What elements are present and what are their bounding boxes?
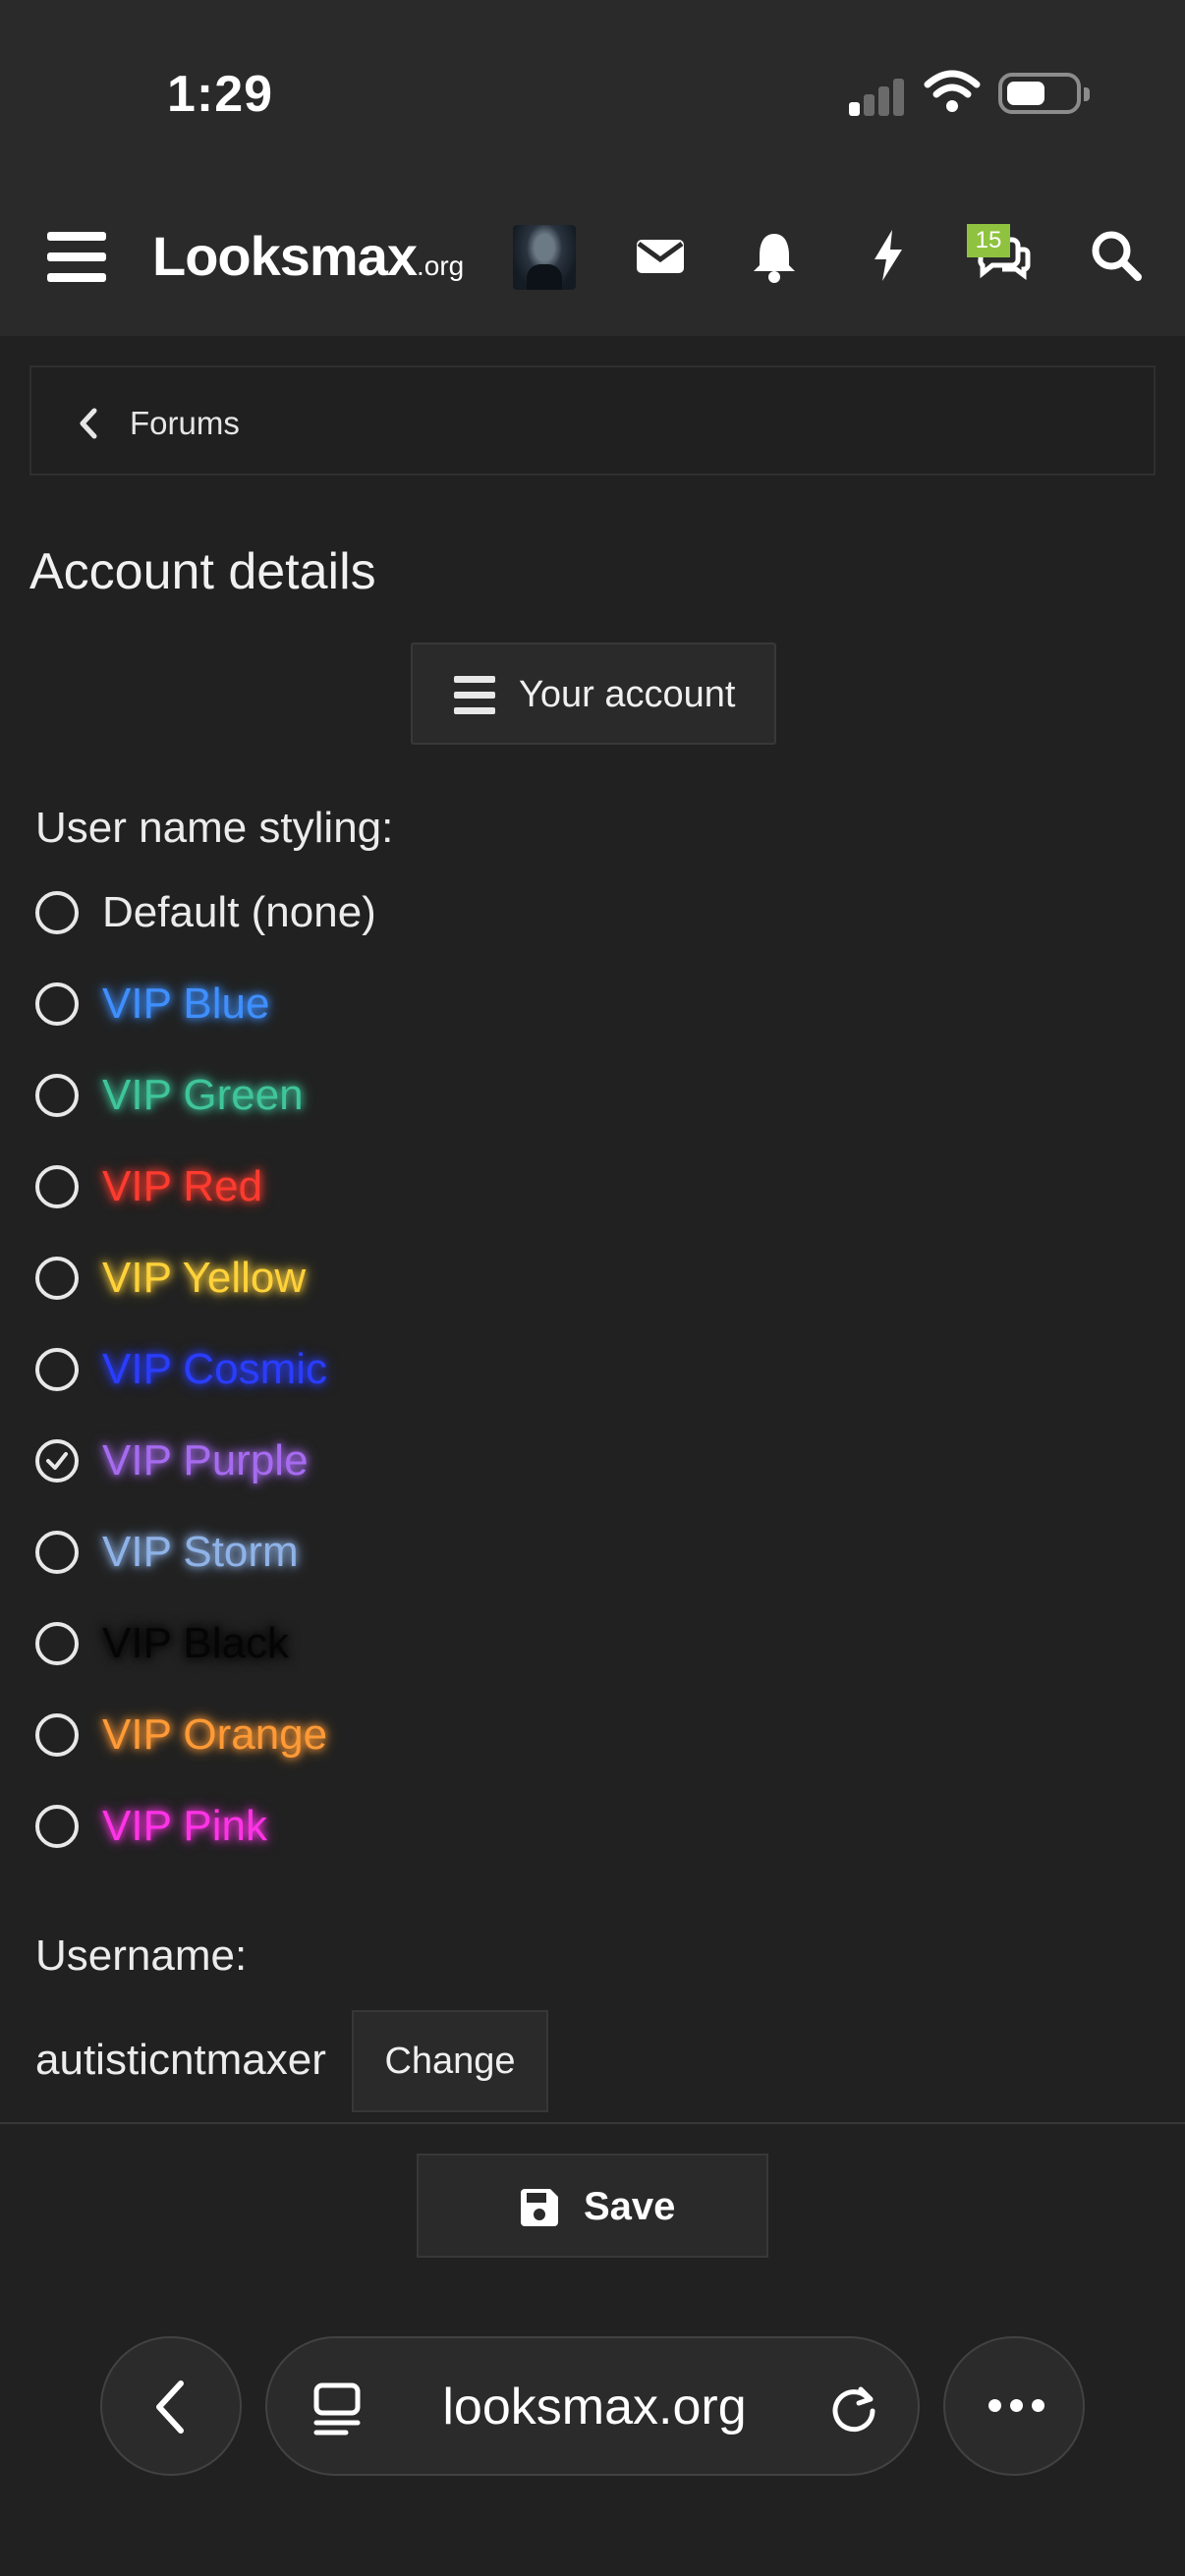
radio-unchecked[interactable]: [35, 1348, 79, 1391]
styling-option[interactable]: VIP Purple: [35, 1427, 821, 1495]
radio-unchecked[interactable]: [35, 1531, 79, 1574]
more-icon: [988, 2399, 1045, 2413]
styling-option-label: VIP Red: [102, 1162, 263, 1210]
chat-count-badge: 15: [967, 224, 1010, 257]
radio-unchecked[interactable]: [35, 1713, 79, 1757]
mail-icon[interactable]: [631, 226, 690, 285]
menu-icon[interactable]: [47, 232, 106, 283]
radio-unchecked[interactable]: [35, 1165, 79, 1208]
your-account-label: Your account: [519, 674, 736, 715]
checkmark-icon: [46, 1452, 68, 1470]
save-label: Save: [584, 2185, 676, 2228]
radio-unchecked[interactable]: [35, 1805, 79, 1848]
styling-option-label: VIP Cosmic: [102, 1345, 328, 1393]
browser-back-button[interactable]: [100, 2336, 242, 2476]
floppy-disk-icon: [521, 2189, 558, 2226]
styling-option[interactable]: VIP Yellow: [35, 1244, 821, 1313]
bolt-icon[interactable]: [859, 226, 918, 285]
search-icon[interactable]: [1087, 226, 1146, 285]
radio-unchecked[interactable]: [35, 891, 79, 934]
breadcrumb[interactable]: Forums: [29, 365, 1156, 476]
avatar[interactable]: [513, 225, 576, 290]
styling-option[interactable]: VIP Green: [35, 1061, 821, 1130]
your-account-button[interactable]: Your account: [411, 643, 776, 745]
site-logo[interactable]: Looksmax.org: [152, 224, 464, 288]
styling-option[interactable]: VIP Blue: [35, 970, 821, 1038]
username-value: autisticntmaxer: [35, 2036, 326, 2084]
styling-option-label: VIP Storm: [102, 1528, 299, 1576]
battery-icon: [998, 73, 1090, 114]
wifi-icon: [924, 70, 981, 112]
styling-option[interactable]: VIP Cosmic: [35, 1335, 821, 1404]
styling-option-label: VIP Purple: [102, 1436, 309, 1484]
url-text: looksmax.org: [442, 2379, 747, 2436]
radio-unchecked[interactable]: [35, 982, 79, 1026]
app-header: 1:29 Looksmax.org 15: [0, 0, 1185, 336]
list-icon: [454, 676, 495, 715]
reload-icon[interactable]: [827, 2381, 880, 2435]
styling-option[interactable]: VIP Black: [35, 1609, 821, 1678]
styling-option-label: VIP Yellow: [102, 1254, 307, 1302]
cellular-signal-icon: [849, 77, 904, 116]
divider: [0, 2122, 1185, 2124]
bell-icon[interactable]: [745, 226, 804, 285]
styling-option[interactable]: VIP Red: [35, 1152, 821, 1221]
logo-suffix: .org: [417, 251, 465, 281]
radio-unchecked[interactable]: [35, 1257, 79, 1300]
chevron-left-icon: [80, 408, 97, 439]
save-button[interactable]: Save: [417, 2154, 768, 2258]
change-username-button[interactable]: Change: [352, 2010, 548, 2112]
page-title: Account details: [29, 543, 376, 600]
styling-option[interactable]: VIP Storm: [35, 1518, 821, 1587]
styling-option[interactable]: VIP Orange: [35, 1701, 821, 1769]
styling-option-label: VIP Pink: [102, 1802, 267, 1850]
address-bar[interactable]: looksmax.org: [265, 2336, 920, 2476]
chevron-left-icon: [156, 2380, 184, 2434]
styling-option[interactable]: VIP Pink: [35, 1792, 821, 1861]
browser-more-button[interactable]: [943, 2336, 1085, 2476]
breadcrumb-label: Forums: [130, 405, 240, 441]
logo-text: Looksmax: [152, 225, 418, 287]
styling-option-label: VIP Green: [102, 1071, 304, 1119]
radio-unchecked[interactable]: [35, 1622, 79, 1665]
status-time: 1:29: [167, 66, 274, 123]
username-label: Username:: [35, 1932, 248, 1980]
styling-label: User name styling:: [35, 804, 394, 852]
styling-option-label: VIP Black: [102, 1619, 289, 1667]
radio-unchecked[interactable]: [35, 1074, 79, 1117]
styling-option-label: VIP Orange: [102, 1710, 328, 1759]
styling-option-label: Default (none): [102, 888, 376, 936]
styling-option-label: VIP Blue: [102, 980, 270, 1028]
radio-checked[interactable]: [35, 1439, 79, 1483]
styling-option[interactable]: Default (none): [35, 878, 821, 947]
